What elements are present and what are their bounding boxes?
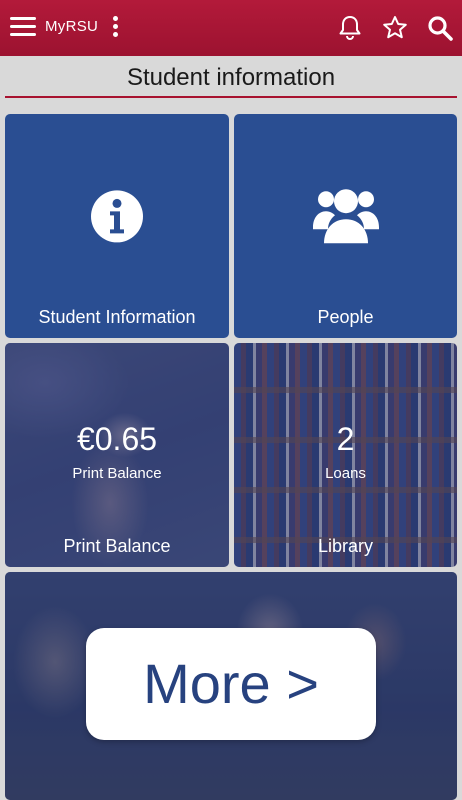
more-button[interactable]: More > xyxy=(86,628,376,740)
people-tile[interactable]: People xyxy=(234,114,457,338)
student-information-label: Student Information xyxy=(38,307,196,327)
print-balance-value: €0.65 xyxy=(76,421,158,457)
title-divider xyxy=(5,96,457,98)
library-tile[interactable]: 2 Loans Library xyxy=(234,343,457,567)
more-vert-icon[interactable] xyxy=(110,15,120,39)
print-balance-tile[interactable]: €0.65 Print Balance Print Balance xyxy=(5,343,229,567)
library-label: Library xyxy=(317,536,374,556)
loans-count: 2 xyxy=(336,421,355,457)
bell-icon[interactable] xyxy=(336,14,364,42)
print-balance-label: Print Balance xyxy=(63,536,171,556)
student-information-tile[interactable]: Student Information xyxy=(5,114,229,338)
info-icon xyxy=(90,189,144,248)
page-title: Student information xyxy=(126,64,336,91)
loans-caption: Loans xyxy=(325,465,366,482)
print-balance-caption: Print Balance xyxy=(72,465,162,482)
star-icon[interactable] xyxy=(381,14,409,42)
app-bar: MyRSU xyxy=(0,0,462,56)
people-label: People xyxy=(317,307,374,327)
search-icon[interactable] xyxy=(426,14,454,42)
menu-icon[interactable] xyxy=(10,16,36,38)
app-title: MyRSU xyxy=(45,18,99,35)
people-icon xyxy=(312,183,380,252)
